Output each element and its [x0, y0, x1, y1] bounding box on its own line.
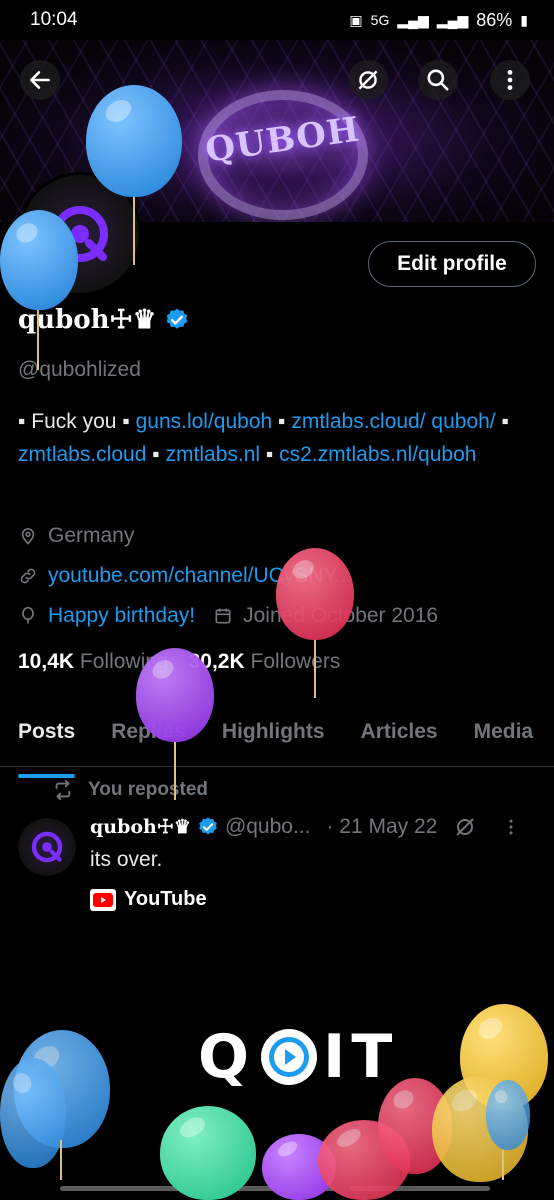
post-date: · 21 May 22: [326, 815, 438, 838]
bio-text: ▪: [146, 443, 166, 466]
repost-indicator: You reposted: [52, 779, 208, 801]
verified-badge-icon[interactable]: [164, 307, 190, 333]
tab-posts[interactable]: Posts: [0, 712, 93, 778]
balloon-blue: [0, 210, 78, 310]
post-author-handle[interactable]: @qubo...: [225, 815, 311, 839]
balloon-blue: [0, 1058, 66, 1168]
balloon-green: [160, 1106, 256, 1200]
bio-text: ▪: [260, 443, 280, 466]
balloon-icon: [22, 606, 34, 624]
post-header: quboh☩♛ @qubo... · 21 May 22: [90, 815, 542, 839]
play-circle-icon: [261, 1029, 318, 1085]
search-icon: [427, 69, 449, 91]
following-count: 10,4K: [18, 650, 75, 673]
quboh-logo-icon: [31, 831, 63, 863]
followers-label: Followers: [250, 650, 341, 673]
post-author-avatar[interactable]: [18, 818, 76, 876]
status-bar: 10:04 ▣ 5G ▂▄▆ ▂▄▆ 86% ▮: [0, 0, 554, 40]
birthday-text[interactable]: Happy birthday!: [48, 604, 195, 628]
bio-text: ▪ Fuck you ▪: [18, 410, 136, 433]
more-options-button[interactable]: [490, 60, 530, 100]
bio-link-zmtlabs-cloud[interactable]: zmtlabs.cloud: [18, 443, 146, 466]
balloon-string: [174, 742, 176, 800]
tab-media[interactable]: Media: [456, 712, 552, 766]
network-type: 5G: [370, 12, 390, 28]
youtube-label: YouTube: [124, 888, 207, 910]
balloon-purple: [136, 648, 214, 742]
balloon-string: [314, 640, 316, 698]
signal-icon: ▂▄▆: [397, 11, 429, 28]
balloon-string: [133, 197, 135, 265]
more-vertical-icon: [507, 70, 513, 90]
grok-icon: [358, 70, 378, 90]
edit-profile-button[interactable]: Edit profile: [368, 241, 536, 287]
balloon-string: [60, 1140, 62, 1180]
youtube-embed-label[interactable]: YouTube: [90, 888, 207, 911]
battery-percent: 86%: [476, 9, 513, 30]
quit-overlay: Q IT: [198, 1022, 398, 1092]
status-time: 10:04: [30, 9, 78, 30]
verified-badge-icon: [199, 817, 217, 835]
grok-icon[interactable]: [453, 815, 477, 839]
profile-bio: ▪ Fuck you ▪ guns.lol/quboh ▪ zmtlabs.cl…: [18, 405, 538, 471]
balloon-blue: [486, 1080, 530, 1150]
repost-icon: [55, 779, 71, 801]
followers-link[interactable]: 30,2K Followers: [189, 650, 341, 674]
back-arrow-icon: [30, 71, 50, 89]
youtube-icon: [90, 888, 116, 911]
data-saver-icon: ▣: [349, 11, 363, 28]
quit-text-left: Q: [198, 1022, 256, 1092]
balloon-string: [37, 310, 39, 370]
bio-link-guns[interactable]: guns.lol/quboh: [136, 410, 273, 433]
repost-label: You reposted: [88, 779, 208, 800]
location-row: Germany: [18, 524, 134, 548]
balloon-red: [276, 548, 354, 640]
balloon-blue: [86, 85, 182, 197]
tab-highlights[interactable]: Highlights: [204, 712, 343, 766]
battery-icon: ▮: [520, 11, 528, 28]
status-icons: ▣ 5G ▂▄▆ ▂▄▆ 86% ▮: [349, 10, 528, 31]
bio-text: ▪: [495, 410, 509, 433]
balloon-string: [502, 1150, 504, 1180]
location-pin-icon: [21, 528, 35, 545]
bio-text: ▪: [272, 410, 292, 433]
post-more-icon[interactable]: [501, 817, 521, 837]
back-button[interactable]: [20, 60, 60, 100]
profile-tabs: Posts Replies Highlights Articles Media: [0, 712, 554, 778]
post-text: its over.: [90, 848, 163, 871]
calendar-icon: [215, 608, 231, 624]
location-text: Germany: [48, 524, 135, 547]
grok-button[interactable]: [348, 60, 388, 100]
birthday-joined-row: Happy birthday! Joined October 2016: [18, 604, 438, 628]
post-author-name[interactable]: quboh☩♛: [90, 816, 191, 838]
link-icon: [20, 568, 36, 584]
bio-link-zmtlabs-nl[interactable]: zmtlabs.nl: [166, 443, 261, 466]
bio-link-zmtlabs-cloud-quboh[interactable]: zmtlabs.cloud/ quboh/: [291, 410, 495, 433]
signal-icon-2: ▂▄▆: [436, 11, 469, 28]
bio-link-cs2[interactable]: cs2.zmtlabs.nl/quboh: [279, 443, 476, 466]
search-button[interactable]: [418, 60, 458, 100]
tab-articles[interactable]: Articles: [343, 712, 456, 766]
quit-text-right: IT: [323, 1022, 399, 1092]
